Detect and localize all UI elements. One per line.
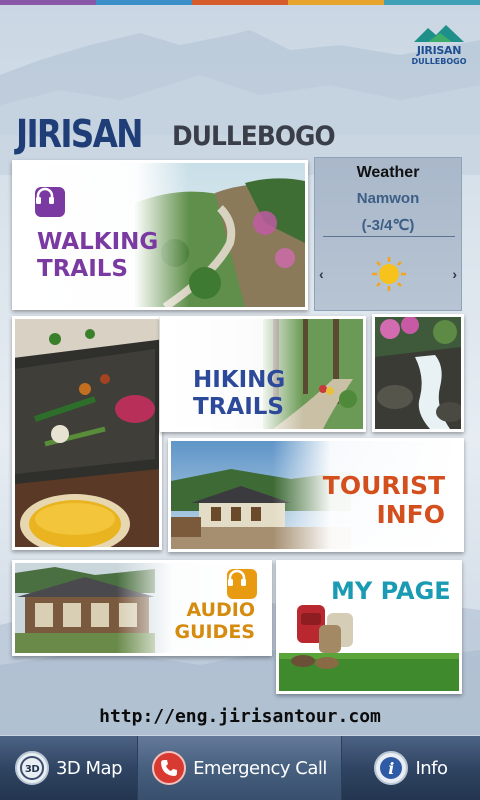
waterfall-photo-tile[interactable] [372, 314, 464, 432]
audio-guides-tile[interactable]: AUDIO GUIDES [12, 560, 272, 656]
weather-next-arrow[interactable]: › [452, 266, 457, 282]
my-page-tile[interactable]: MY PAGE [276, 560, 462, 694]
my-page-label: MY PAGE [331, 577, 451, 605]
nav-3d-map-button[interactable]: 3D 3D Map [0, 736, 138, 800]
hiking-label-line2: TRAILS [193, 394, 284, 420]
audio-guides-label: AUDIO GUIDES [174, 601, 255, 642]
weather-temperature: (-3/4℃) [361, 217, 415, 234]
hiking-trails-tile[interactable]: HIKING TRAILS [160, 316, 366, 432]
phone-icon [152, 751, 187, 785]
walking-trails-tile[interactable]: WALKING TRAILS [12, 160, 308, 310]
weather-title: Weather [356, 164, 420, 181]
hiking-label-line1: HIKING [193, 367, 286, 393]
3d-map-icon: 3D [14, 751, 49, 785]
app-title: JIRISAN DULLEBOGO [16, 112, 356, 158]
nav-info-label: Info [415, 757, 448, 779]
nav-emergency-call-button[interactable]: Emergency Call [138, 736, 342, 800]
headphones-icon [227, 569, 257, 599]
sun-icon [372, 257, 406, 291]
walking-trails-label: WALKING TRAILS [37, 231, 158, 281]
weather-city: Namwon [356, 190, 420, 207]
food-photo [15, 319, 159, 547]
app-title-sub: DULLEBOGO [172, 121, 336, 152]
logo-line2: DULLEBOGO [411, 57, 467, 66]
app-title-main: JIRISAN [16, 112, 144, 156]
app-logo: JIRISAN DULLEBOGO [410, 22, 468, 78]
weather-prev-arrow[interactable]: ‹ [319, 266, 324, 282]
tourist-info-tile[interactable]: TOURIST INFO [168, 438, 464, 552]
waterfall-photo [375, 317, 461, 429]
headphones-icon [35, 187, 65, 217]
nav-emergency-call-label: Emergency Call [193, 757, 327, 779]
weather-divider [323, 236, 455, 237]
bottom-nav-bar: 3D 3D Map Emergency Call i Info [0, 736, 480, 800]
svg-text:i: i [389, 759, 395, 778]
audio-label-line2: GUIDES [174, 621, 255, 643]
food-photo-tile[interactable] [12, 316, 162, 550]
walking-label-line2: TRAILS [37, 256, 128, 282]
hiking-trails-label: HIKING TRAILS [193, 369, 285, 419]
tourist-label-line1: TOURIST [322, 471, 445, 500]
weather-widget[interactable]: Weather Namwon (-3/4℃) ‹ › [314, 157, 462, 311]
audio-label-line1: AUDIO [186, 599, 255, 621]
svg-text:3D: 3D [25, 764, 39, 775]
walking-label-line1: WALKING [37, 229, 159, 255]
nav-3d-map-label: 3D Map [55, 757, 123, 779]
tourist-label-line2: INFO [376, 500, 445, 529]
nav-info-button[interactable]: i Info [342, 736, 480, 800]
logo-line1: JIRISAN [416, 44, 462, 57]
tourist-info-label: TOURIST INFO [323, 473, 445, 527]
website-url[interactable]: http://eng.jirisantour.com [0, 706, 480, 727]
mountain-logo-icon [414, 25, 464, 42]
info-icon: i [374, 751, 409, 785]
